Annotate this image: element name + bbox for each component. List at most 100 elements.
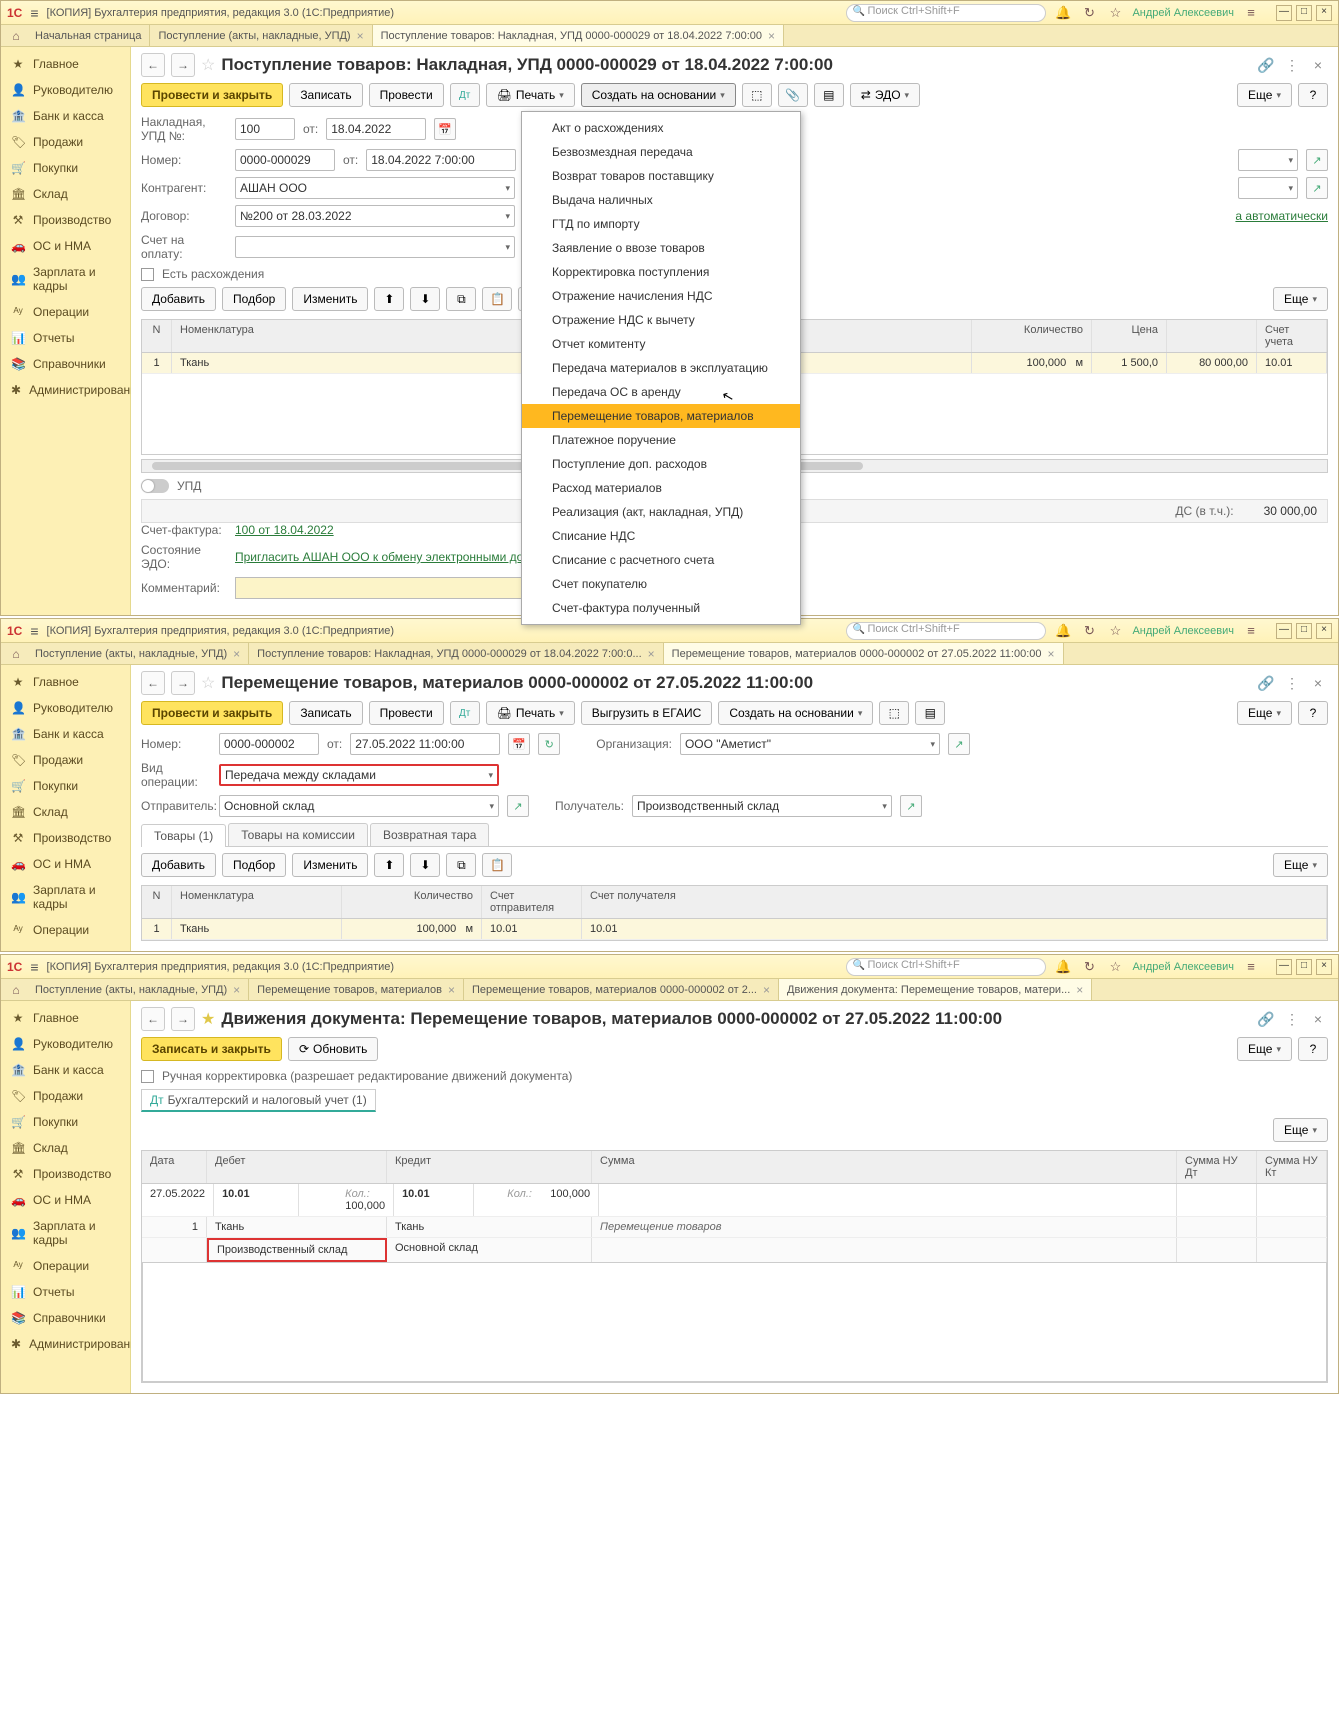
nav-main[interactable]: ★Главное xyxy=(1,669,130,695)
history-icon[interactable]: ↻ xyxy=(1080,623,1098,639)
more-button[interactable]: Еще xyxy=(1237,83,1292,107)
dd-item[interactable]: Реализация (акт, накладная, УПД) xyxy=(522,500,800,524)
auto-link[interactable]: а автоматически xyxy=(1235,209,1328,223)
nav-salary[interactable]: 👥Зарплата и кадры xyxy=(1,877,130,917)
subtab-tare[interactable]: Возвратная тара xyxy=(370,823,490,846)
menu-icon[interactable]: ≡ xyxy=(1242,623,1260,638)
dd-item-move-goods[interactable]: Перемещение товаров, материалов xyxy=(522,404,800,428)
create-based-button[interactable]: Создать на основании xyxy=(718,701,873,725)
back-button[interactable]: ← xyxy=(141,671,165,695)
datetime-input[interactable]: 18.04.2022 7:00:00 xyxy=(366,149,516,171)
minimize-button[interactable]: — xyxy=(1276,5,1292,21)
dd-item[interactable]: Отчет комитенту xyxy=(522,332,800,356)
paste-icon[interactable]: 📋 xyxy=(482,287,512,311)
nav-bank[interactable]: 🏦Банк и касса xyxy=(1,721,130,747)
minimize-button[interactable]: — xyxy=(1276,623,1292,639)
nav-bank[interactable]: 🏦Банк и касса xyxy=(1,1057,130,1083)
nav-main[interactable]: ★Главное xyxy=(1,51,130,77)
invoice-no-input[interactable]: 100 xyxy=(235,118,295,140)
post-button[interactable]: Провести xyxy=(369,701,444,725)
move-down-icon[interactable]: ⬇ xyxy=(410,287,440,311)
nav-production[interactable]: ⚒Производство xyxy=(1,825,130,851)
close-icon[interactable]: × xyxy=(448,983,455,997)
move-up-icon[interactable]: ⬆ xyxy=(374,287,404,311)
dd-item[interactable]: Платежное поручение xyxy=(522,428,800,452)
favorite-star-icon[interactable]: ☆ xyxy=(201,673,215,693)
receiver-input[interactable]: Производственный склад▾ xyxy=(632,795,892,817)
nav-sales[interactable]: 🏷Продажи xyxy=(1,1083,130,1109)
nav-admin[interactable]: ✱Администрирование xyxy=(1,377,130,403)
dd-item[interactable]: Корректировка поступления xyxy=(522,260,800,284)
close-panel-icon[interactable]: × xyxy=(1308,675,1328,692)
list-button[interactable]: ▤ xyxy=(915,701,945,725)
burger-icon[interactable]: ≡ xyxy=(30,623,38,639)
accounting-tab[interactable]: ДтБухгалтерский и налоговый учет (1) xyxy=(141,1089,376,1112)
nav-assets[interactable]: 🚗ОС и НМА xyxy=(1,233,130,259)
print-button[interactable]: 🖨 Печать xyxy=(486,83,575,107)
star-icon[interactable]: ☆ xyxy=(1106,5,1124,21)
open-icon[interactable]: ↗ xyxy=(507,795,529,817)
tab[interactable]: Поступление (акты, накладные, УПД)× xyxy=(27,979,249,1000)
tab[interactable]: Перемещение товаров, материалов 0000-000… xyxy=(464,979,779,1000)
close-icon[interactable]: × xyxy=(233,647,240,661)
nav-reports[interactable]: 📊Отчеты xyxy=(1,1279,130,1305)
post-close-button[interactable]: Провести и закрыть xyxy=(141,83,283,107)
close-icon[interactable]: × xyxy=(1076,983,1083,997)
dd-item[interactable]: Передача ОС в аренду xyxy=(522,380,800,404)
history-icon[interactable]: ↻ xyxy=(1080,5,1098,21)
tab-move-doc[interactable]: Перемещение товаров, материалов 0000-000… xyxy=(664,643,1064,664)
copy-icon[interactable]: ⧉ xyxy=(446,287,476,311)
print-button[interactable]: 🖨 Печать xyxy=(486,701,575,725)
movement-row[interactable]: 27.05.2022 10.01 Кол.: 100,000 10.01 Кол… xyxy=(142,1184,1327,1217)
nav-manager[interactable]: 👤Руководителю xyxy=(1,77,130,103)
search-input[interactable]: Поиск Ctrl+Shift+F xyxy=(846,958,1046,976)
pick-button[interactable]: Подбор xyxy=(222,287,286,311)
favorite-star-icon[interactable]: ☆ xyxy=(201,55,215,75)
tab-receipt-doc[interactable]: Поступление товаров: Накладная, УПД 0000… xyxy=(373,25,784,46)
bell-icon[interactable]: 🔔 xyxy=(1054,623,1072,639)
post-button[interactable]: Провести xyxy=(369,83,444,107)
subtab-commission[interactable]: Товары на комиссии xyxy=(228,823,368,846)
back-button[interactable]: ← xyxy=(141,53,165,77)
counterparty-input[interactable]: АШАН ООО▾ xyxy=(235,177,515,199)
star-icon[interactable]: ☆ xyxy=(1106,959,1124,975)
edo-button[interactable]: ⇄ ЭДО xyxy=(850,83,920,107)
upd-toggle[interactable] xyxy=(141,479,169,493)
history-icon[interactable]: ↻ xyxy=(1080,959,1098,975)
dd-item[interactable]: Поступление доп. расходов xyxy=(522,452,800,476)
dd-item[interactable]: Акт о расхождениях xyxy=(522,116,800,140)
structure-button[interactable]: ⬚ xyxy=(742,83,772,107)
table-row[interactable]: 1 Ткань 100,000 м 10.01 10.01 xyxy=(142,919,1327,940)
nav-purchases[interactable]: 🛒Покупки xyxy=(1,155,130,181)
dd-item[interactable]: Заявление о ввозе товаров xyxy=(522,236,800,260)
tab[interactable]: Поступление товаров: Накладная, УПД 0000… xyxy=(249,643,664,664)
star-icon[interactable]: ☆ xyxy=(1106,623,1124,639)
structure-button[interactable]: ⬚ xyxy=(879,701,909,725)
close-button[interactable]: × xyxy=(1316,5,1332,21)
subtab-goods[interactable]: Товары (1) xyxy=(141,824,226,847)
help-button[interactable]: ? xyxy=(1298,1037,1328,1061)
paste-icon[interactable]: 📋 xyxy=(482,853,512,877)
nav-production[interactable]: ⚒Производство xyxy=(1,207,130,233)
nav-salary[interactable]: 👥Зарплата и кадры xyxy=(1,1213,130,1253)
link-icon[interactable]: 🔗 xyxy=(1256,1011,1276,1028)
edit-row-button[interactable]: Изменить xyxy=(292,287,368,311)
nav-warehouse[interactable]: 🏛Склад xyxy=(1,799,130,825)
close-icon[interactable]: × xyxy=(1048,647,1055,661)
save-button[interactable]: Записать xyxy=(289,701,362,725)
search-input[interactable]: Поиск Ctrl+Shift+F xyxy=(846,622,1046,640)
nav-assets[interactable]: 🚗ОС и НМА xyxy=(1,851,130,877)
dd-item[interactable]: Расход материалов xyxy=(522,476,800,500)
move-down-icon[interactable]: ⬇ xyxy=(410,853,440,877)
nav-sales[interactable]: 🏷Продажи xyxy=(1,129,130,155)
list-button[interactable]: ▤ xyxy=(814,83,844,107)
dd-item[interactable]: Списание с расчетного счета xyxy=(522,548,800,572)
dd-item[interactable]: Счет покупателю xyxy=(522,572,800,596)
favorite-star-icon[interactable]: ★ xyxy=(201,1009,215,1029)
nav-purchases[interactable]: 🛒Покупки xyxy=(1,1109,130,1135)
close-panel-icon[interactable]: × xyxy=(1308,57,1328,74)
maximize-button[interactable]: □ xyxy=(1296,5,1312,21)
tab[interactable]: Поступление (акты, накладные, УПД)× xyxy=(27,643,249,664)
dd-item[interactable]: Счет-фактура полученный xyxy=(522,596,800,620)
nav-operations[interactable]: ᴬʸОперации xyxy=(1,1253,130,1279)
